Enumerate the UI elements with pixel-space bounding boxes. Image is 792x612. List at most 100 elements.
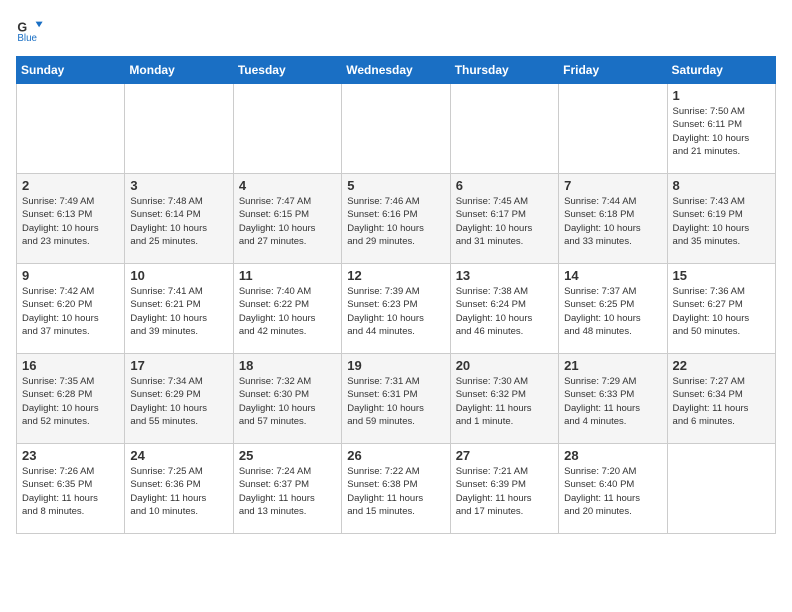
day-number: 11 <box>239 268 336 283</box>
day-number: 8 <box>673 178 770 193</box>
day-number: 21 <box>564 358 661 373</box>
logo: G Blue <box>16 16 48 44</box>
day-info: Sunrise: 7:34 AM Sunset: 6:29 PM Dayligh… <box>130 375 227 428</box>
day-number: 20 <box>456 358 553 373</box>
day-info: Sunrise: 7:36 AM Sunset: 6:27 PM Dayligh… <box>673 285 770 338</box>
calendar-cell: 14 Sunrise: 7:37 AM Sunset: 6:25 PM Dayli… <box>559 264 667 354</box>
calendar-week-row: 16 Sunrise: 7:35 AM Sunset: 6:28 PM Dayli… <box>17 354 776 444</box>
calendar-cell: 27 Sunrise: 7:21 AM Sunset: 6:39 PM Dayli… <box>450 444 558 534</box>
day-info: Sunrise: 7:30 AM Sunset: 6:32 PM Dayligh… <box>456 375 553 428</box>
calendar-cell: 2 Sunrise: 7:49 AM Sunset: 6:13 PM Daylig… <box>17 174 125 264</box>
calendar-cell <box>450 84 558 174</box>
day-info: Sunrise: 7:45 AM Sunset: 6:17 PM Dayligh… <box>456 195 553 248</box>
day-header-monday: Monday <box>125 57 233 84</box>
day-info: Sunrise: 7:22 AM Sunset: 6:38 PM Dayligh… <box>347 465 444 518</box>
page-header: G Blue <box>16 16 776 44</box>
calendar-cell: 22Sunrise: 7:27 AM Sunset: 6:34 PM Dayli… <box>667 354 775 444</box>
day-number: 6 <box>456 178 553 193</box>
calendar-cell: 26 Sunrise: 7:22 AM Sunset: 6:38 PM Dayli… <box>342 444 450 534</box>
day-info: Sunrise: 7:44 AM Sunset: 6:18 PM Dayligh… <box>564 195 661 248</box>
day-info: Sunrise: 7:32 AM Sunset: 6:30 PM Dayligh… <box>239 375 336 428</box>
day-number: 5 <box>347 178 444 193</box>
logo-icon: G Blue <box>16 16 44 44</box>
day-number: 18 <box>239 358 336 373</box>
day-info: Sunrise: 7:41 AM Sunset: 6:21 PM Dayligh… <box>130 285 227 338</box>
day-info: Sunrise: 7:46 AM Sunset: 6:16 PM Dayligh… <box>347 195 444 248</box>
day-info: Sunrise: 7:43 AM Sunset: 6:19 PM Dayligh… <box>673 195 770 248</box>
calendar-cell: 1Sunrise: 7:50 AM Sunset: 6:11 PM Daylig… <box>667 84 775 174</box>
day-info: Sunrise: 7:21 AM Sunset: 6:39 PM Dayligh… <box>456 465 553 518</box>
calendar-cell: 5 Sunrise: 7:46 AM Sunset: 6:16 PM Daylig… <box>342 174 450 264</box>
calendar-cell: 9 Sunrise: 7:42 AM Sunset: 6:20 PM Daylig… <box>17 264 125 354</box>
calendar-cell: 6 Sunrise: 7:45 AM Sunset: 6:17 PM Daylig… <box>450 174 558 264</box>
svg-text:G: G <box>17 20 27 34</box>
calendar-table: SundayMondayTuesdayWednesdayThursdayFrid… <box>16 56 776 534</box>
calendar-week-row: 2 Sunrise: 7:49 AM Sunset: 6:13 PM Daylig… <box>17 174 776 264</box>
calendar-cell <box>667 444 775 534</box>
calendar-cell: 24Sunrise: 7:25 AM Sunset: 6:36 PM Dayli… <box>125 444 233 534</box>
day-number: 15 <box>673 268 770 283</box>
calendar-cell: 17 Sunrise: 7:34 AM Sunset: 6:29 PM Dayli… <box>125 354 233 444</box>
day-number: 3 <box>130 178 227 193</box>
day-info: Sunrise: 7:49 AM Sunset: 6:13 PM Dayligh… <box>22 195 119 248</box>
day-number: 26 <box>347 448 444 463</box>
calendar-cell <box>233 84 341 174</box>
day-number: 1 <box>673 88 770 103</box>
day-number: 7 <box>564 178 661 193</box>
day-info: Sunrise: 7:38 AM Sunset: 6:24 PM Dayligh… <box>456 285 553 338</box>
calendar-body: 1Sunrise: 7:50 AM Sunset: 6:11 PM Daylig… <box>17 84 776 534</box>
day-info: Sunrise: 7:47 AM Sunset: 6:15 PM Dayligh… <box>239 195 336 248</box>
calendar-cell: 16 Sunrise: 7:35 AM Sunset: 6:28 PM Dayli… <box>17 354 125 444</box>
day-info: Sunrise: 7:26 AM Sunset: 6:35 PM Dayligh… <box>22 465 119 518</box>
calendar-cell: 7 Sunrise: 7:44 AM Sunset: 6:18 PM Daylig… <box>559 174 667 264</box>
calendar-cell: 19Sunrise: 7:31 AM Sunset: 6:31 PM Dayli… <box>342 354 450 444</box>
day-number: 17 <box>130 358 227 373</box>
day-number: 2 <box>22 178 119 193</box>
calendar-cell <box>342 84 450 174</box>
calendar-cell: 8 Sunrise: 7:43 AM Sunset: 6:19 PM Daylig… <box>667 174 775 264</box>
day-info: Sunrise: 7:31 AM Sunset: 6:31 PM Dayligh… <box>347 375 444 428</box>
calendar-week-row: 1Sunrise: 7:50 AM Sunset: 6:11 PM Daylig… <box>17 84 776 174</box>
day-info: Sunrise: 7:24 AM Sunset: 6:37 PM Dayligh… <box>239 465 336 518</box>
calendar-cell: 21 Sunrise: 7:29 AM Sunset: 6:33 PM Dayli… <box>559 354 667 444</box>
day-number: 28 <box>564 448 661 463</box>
day-info: Sunrise: 7:29 AM Sunset: 6:33 PM Dayligh… <box>564 375 661 428</box>
day-number: 25 <box>239 448 336 463</box>
day-header-thursday: Thursday <box>450 57 558 84</box>
calendar-week-row: 9 Sunrise: 7:42 AM Sunset: 6:20 PM Daylig… <box>17 264 776 354</box>
calendar-cell: 3 Sunrise: 7:48 AM Sunset: 6:14 PM Daylig… <box>125 174 233 264</box>
day-info: Sunrise: 7:27 AM Sunset: 6:34 PM Dayligh… <box>673 375 770 428</box>
day-info: Sunrise: 7:35 AM Sunset: 6:28 PM Dayligh… <box>22 375 119 428</box>
day-info: Sunrise: 7:48 AM Sunset: 6:14 PM Dayligh… <box>130 195 227 248</box>
day-number: 10 <box>130 268 227 283</box>
calendar-cell <box>17 84 125 174</box>
day-header-saturday: Saturday <box>667 57 775 84</box>
day-header-wednesday: Wednesday <box>342 57 450 84</box>
calendar-cell <box>125 84 233 174</box>
calendar-cell: 20 Sunrise: 7:30 AM Sunset: 6:32 PM Dayli… <box>450 354 558 444</box>
calendar-cell: 18 Sunrise: 7:32 AM Sunset: 6:30 PM Dayli… <box>233 354 341 444</box>
calendar-cell: 12 Sunrise: 7:39 AM Sunset: 6:23 PM Dayli… <box>342 264 450 354</box>
calendar-cell: 4Sunrise: 7:47 AM Sunset: 6:15 PM Daylig… <box>233 174 341 264</box>
day-number: 13 <box>456 268 553 283</box>
day-header-friday: Friday <box>559 57 667 84</box>
day-info: Sunrise: 7:20 AM Sunset: 6:40 PM Dayligh… <box>564 465 661 518</box>
day-info: Sunrise: 7:42 AM Sunset: 6:20 PM Dayligh… <box>22 285 119 338</box>
day-number: 23 <box>22 448 119 463</box>
day-number: 9 <box>22 268 119 283</box>
day-info: Sunrise: 7:39 AM Sunset: 6:23 PM Dayligh… <box>347 285 444 338</box>
calendar-cell <box>559 84 667 174</box>
day-header-tuesday: Tuesday <box>233 57 341 84</box>
day-header-sunday: Sunday <box>17 57 125 84</box>
day-number: 12 <box>347 268 444 283</box>
calendar-cell: 23 Sunrise: 7:26 AM Sunset: 6:35 PM Dayli… <box>17 444 125 534</box>
calendar-cell: 11Sunrise: 7:40 AM Sunset: 6:22 PM Dayli… <box>233 264 341 354</box>
day-info: Sunrise: 7:37 AM Sunset: 6:25 PM Dayligh… <box>564 285 661 338</box>
day-info: Sunrise: 7:25 AM Sunset: 6:36 PM Dayligh… <box>130 465 227 518</box>
day-number: 16 <box>22 358 119 373</box>
calendar-cell: 10 Sunrise: 7:41 AM Sunset: 6:21 PM Dayli… <box>125 264 233 354</box>
day-number: 27 <box>456 448 553 463</box>
calendar-cell: 25 Sunrise: 7:24 AM Sunset: 6:37 PM Dayli… <box>233 444 341 534</box>
calendar-cell: 15 Sunrise: 7:36 AM Sunset: 6:27 PM Dayli… <box>667 264 775 354</box>
day-number: 14 <box>564 268 661 283</box>
